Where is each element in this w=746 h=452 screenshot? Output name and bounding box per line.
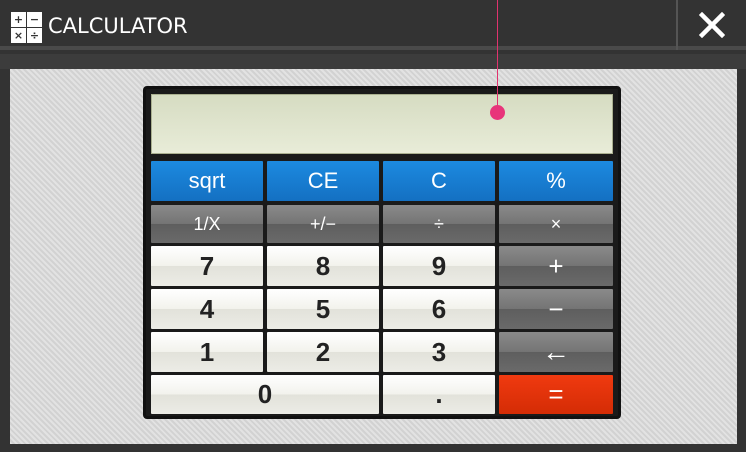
digit-5-button[interactable]: 5 — [267, 289, 379, 329]
digit-8-button[interactable]: 8 — [267, 246, 379, 286]
key-label: C — [431, 168, 447, 193]
key-label: × — [550, 213, 562, 234]
pointer-line — [497, 0, 498, 113]
digit-4-button[interactable]: 4 — [151, 289, 263, 329]
percent-button[interactable]: % — [499, 161, 613, 201]
key-label: ← — [542, 336, 570, 367]
window-title: CALCULATOR — [48, 14, 188, 38]
multiply-button[interactable]: × — [499, 205, 613, 243]
negate-button[interactable]: +/− — [267, 205, 379, 243]
key-label: . — [435, 379, 443, 409]
digit-6-button[interactable]: 6 — [383, 289, 495, 329]
title-bar-shadow — [0, 54, 746, 69]
key-label: + — [548, 250, 564, 281]
calculator-display — [151, 94, 613, 154]
pointer-marker — [490, 105, 505, 120]
key-label: = — [548, 379, 564, 409]
add-button[interactable]: + — [499, 246, 613, 286]
key-label: ÷ — [434, 213, 444, 234]
calculator-icon: + − × ÷ — [11, 12, 42, 43]
plus-glyph: + — [11, 12, 26, 27]
key-label: sqrt — [188, 168, 226, 193]
decimal-button[interactable]: . — [383, 375, 495, 414]
key-label: +/− — [309, 213, 337, 234]
clear-button[interactable]: C — [383, 161, 495, 201]
key-label: 0 — [257, 379, 273, 409]
clear-entry-button[interactable]: CE — [267, 161, 379, 201]
key-label: 8 — [315, 250, 331, 281]
close-button[interactable] — [678, 0, 746, 50]
key-label: 7 — [199, 250, 215, 281]
backspace-button[interactable]: ← — [499, 332, 613, 372]
digit-7-button[interactable]: 7 — [151, 246, 263, 286]
digit-0-button[interactable]: 0 — [151, 375, 379, 414]
equals-button[interactable]: = — [499, 375, 613, 414]
reciprocal-button[interactable]: 1/X — [151, 205, 263, 243]
digit-2-button[interactable]: 2 — [267, 332, 379, 372]
digit-9-button[interactable]: 9 — [383, 246, 495, 286]
key-label: 3 — [431, 336, 447, 367]
key-label: 1 — [199, 336, 215, 367]
calculator-window: + − × ÷ CALCULATOR sqrt CE C % 1/X +/− ÷… — [0, 0, 746, 452]
calculator-body: sqrt CE C % 1/X +/− ÷ × 7 8 9 + 4 5 6 − … — [143, 86, 621, 419]
divide-glyph: ÷ — [27, 28, 42, 43]
key-label: 4 — [199, 293, 215, 324]
digit-1-button[interactable]: 1 — [151, 332, 263, 372]
key-label: CE — [307, 168, 339, 193]
key-label: 2 — [315, 336, 331, 367]
subtract-button[interactable]: − — [499, 289, 613, 329]
key-label: 1/X — [193, 213, 221, 234]
key-label: − — [548, 293, 564, 324]
key-label: 5 — [315, 293, 331, 324]
key-label: 9 — [431, 250, 447, 281]
title-bar: + − × ÷ CALCULATOR — [0, 0, 746, 50]
key-label: % — [546, 168, 566, 193]
sqrt-button[interactable]: sqrt — [151, 161, 263, 201]
key-label: 6 — [431, 293, 447, 324]
divide-button[interactable]: ÷ — [383, 205, 495, 243]
times-glyph: × — [11, 28, 26, 43]
close-icon — [699, 12, 725, 38]
minus-glyph: − — [27, 12, 42, 27]
digit-3-button[interactable]: 3 — [383, 332, 495, 372]
